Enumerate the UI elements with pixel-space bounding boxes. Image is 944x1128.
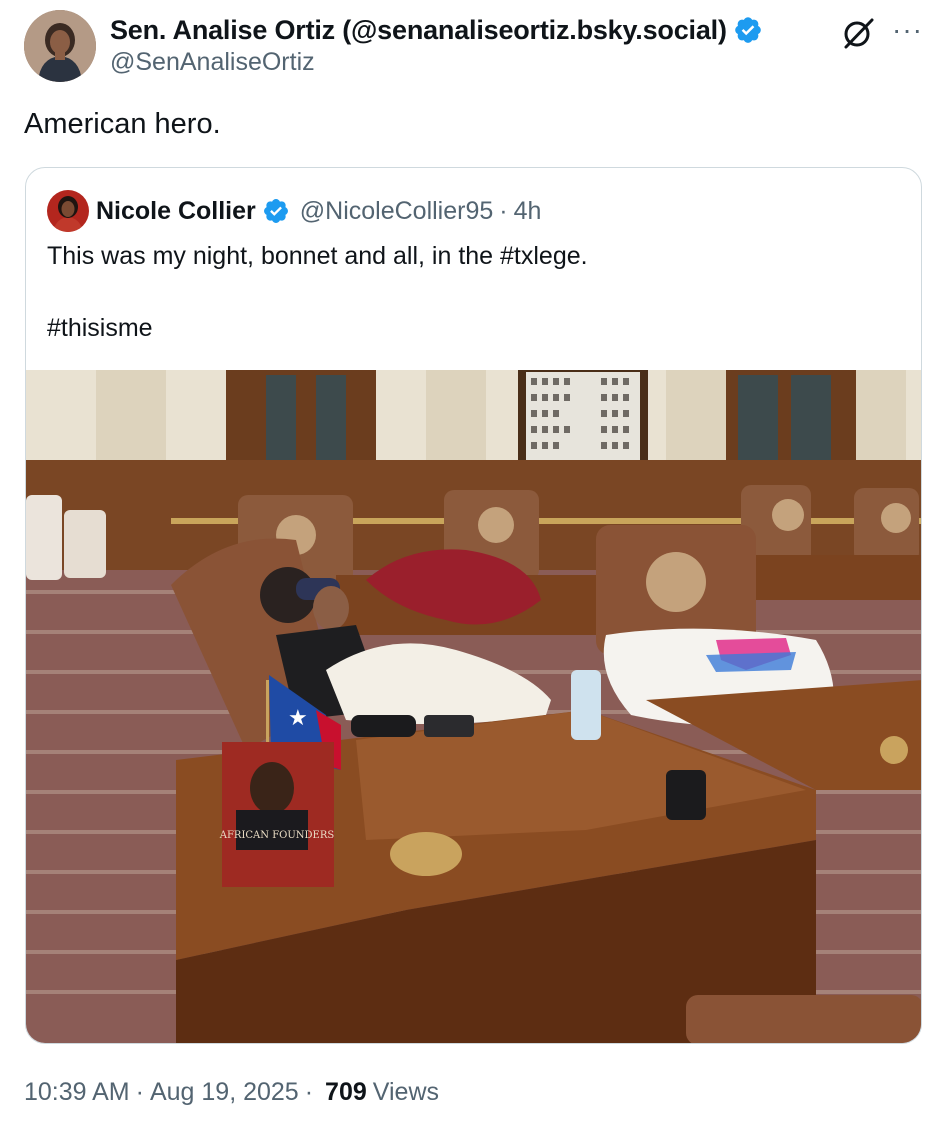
quoted-avatar-photo (47, 190, 89, 232)
quoted-photo[interactable]: ★ AFRICAN FOUNDERS (26, 370, 922, 1044)
author-avatar[interactable] (24, 10, 96, 82)
tweet-time[interactable]: 10:39 AM (24, 1078, 130, 1107)
more-options-button[interactable]: ··· (892, 14, 923, 46)
tweet-date[interactable]: Aug 19, 2025 (150, 1078, 299, 1107)
author-name-row: Sen. Analise Ortiz (@senanaliseortiz.bsk… (110, 12, 763, 48)
avatar-photo (24, 10, 96, 82)
quoted-text: This was my night, bonnet and all, in th… (47, 242, 588, 342)
quoted-time[interactable]: 4h (514, 197, 542, 226)
meta-separator: · (135, 1078, 144, 1106)
author-display-name[interactable]: Sen. Analise Ortiz (@senanaliseortiz.bsk… (110, 15, 727, 46)
meta-separator: · (304, 1078, 314, 1106)
grok-icon[interactable] (842, 16, 876, 50)
tweet-text: American hero. (24, 108, 221, 140)
quoted-display-name[interactable]: Nicole Collier (96, 197, 256, 226)
quoted-author-avatar[interactable] (47, 190, 89, 232)
quoted-verified-badge-icon (263, 199, 288, 223)
quoted-handle[interactable]: @NicoleCollier95 (300, 197, 494, 226)
quoted-header: Nicole Collier @NicoleCollier95 · 4h (96, 192, 541, 230)
quoted-tweet[interactable]: Nicole Collier @NicoleCollier95 · 4h Thi… (25, 167, 922, 1044)
author-handle[interactable]: @SenAnaliseOrtiz (110, 48, 315, 77)
svg-text:★: ★ (288, 706, 308, 731)
book-title: AFRICAN FOUNDERS (219, 830, 335, 841)
verified-badge-icon (734, 17, 761, 43)
tweet-meta: 10:39 AM · Aug 19, 2025 · 709 Views (24, 1078, 439, 1107)
views-count: 709 (325, 1078, 367, 1106)
views-label: Views (372, 1078, 440, 1106)
quoted-separator: · (499, 196, 508, 225)
